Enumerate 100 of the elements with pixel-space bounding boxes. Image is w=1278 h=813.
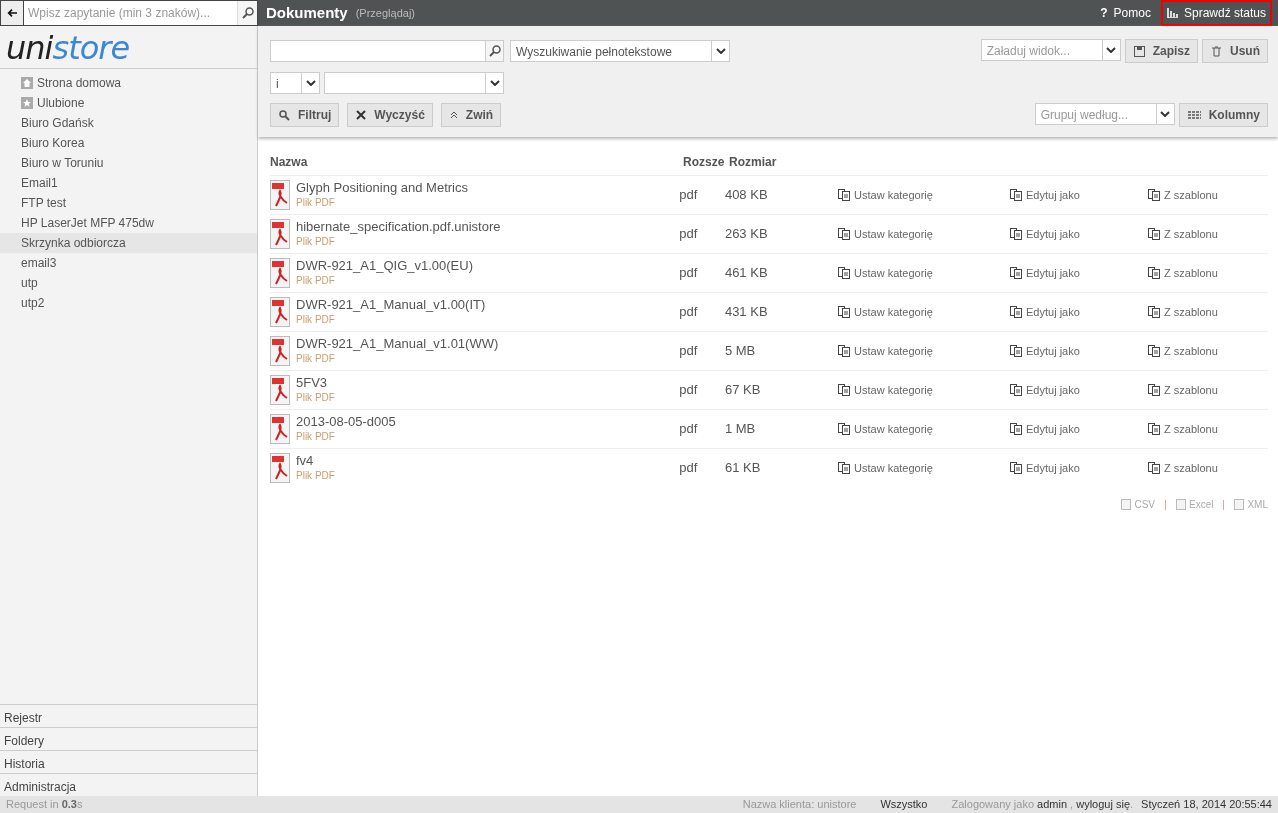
file-type: Plik PDF — [296, 430, 336, 445]
file-extension: pdf — [679, 264, 699, 283]
search-icon — [279, 109, 290, 121]
copy-icon — [1010, 306, 1022, 318]
sidebar-item[interactable]: Ulubione — [0, 93, 257, 113]
sidebar-section[interactable]: Foldery — [0, 727, 257, 750]
caret-icon — [305, 80, 316, 86]
sidebar-item[interactable]: Biuro Korea — [0, 133, 257, 153]
file-extension: pdf — [679, 303, 699, 322]
columns-button[interactable]: Kolumny — [1178, 103, 1268, 127]
file-extension: pdf — [679, 420, 699, 439]
sidebar-section[interactable]: Historia — [0, 750, 257, 773]
help-icon: ? — [1100, 4, 1108, 22]
file-name[interactable]: DWR-921_A1_Manual_v1.00(IT) — [296, 296, 486, 313]
pdf-file-icon — [270, 375, 290, 405]
row-action[interactable]: Ustaw kategorię — [838, 459, 1010, 477]
row-action[interactable]: Ustaw kategorię — [838, 420, 1010, 438]
sidebar-item[interactable]: email3 — [0, 253, 257, 273]
file-type: Plik PDF — [296, 391, 335, 406]
sidebar-item[interactable]: Biuro w Toruniu — [0, 153, 257, 173]
row-action[interactable]: Z szablonu — [1148, 459, 1268, 477]
row-action[interactable]: Ustaw kategorię — [838, 264, 1010, 282]
column-header: Rozmiar — [729, 154, 778, 171]
file-type: Plik PDF — [296, 352, 336, 367]
file-type: Plik PDF — [296, 235, 336, 250]
row-action[interactable]: Edytuj jako — [1010, 420, 1148, 438]
help-link[interactable]: ? Pomoc — [1096, 2, 1155, 24]
status-link[interactable]: Sprawdź status — [1162, 2, 1270, 24]
row-action[interactable]: Edytuj jako — [1010, 264, 1148, 282]
arrow-left-icon — [7, 8, 17, 18]
caret-icon — [1106, 47, 1117, 53]
file-extension: pdf — [679, 381, 699, 400]
file-type: Plik PDF — [296, 196, 336, 211]
row-action[interactable]: Edytuj jako — [1010, 381, 1148, 399]
row-action[interactable]: Edytuj jako — [1010, 342, 1148, 360]
column-header: Nazwa — [270, 154, 309, 171]
collapse-button[interactable]: Zwiń — [440, 103, 502, 127]
copy-icon — [1148, 228, 1160, 240]
file-name[interactable]: DWR-921_A1_QIG_v1.00(EU) — [296, 257, 473, 274]
copy-icon — [838, 345, 850, 357]
pdf-file-icon — [270, 414, 290, 444]
clear-button[interactable]: Wyczyść — [347, 103, 433, 127]
filter-button[interactable]: Filtruj — [270, 103, 340, 127]
row-action[interactable]: Ustaw kategorię — [838, 342, 1010, 360]
copy-icon — [1148, 462, 1160, 474]
file-size: 1 MB — [724, 420, 757, 439]
caret-icon — [715, 48, 726, 54]
sidebar-item[interactable]: Email1 — [0, 173, 257, 193]
logo: unistore — [0, 26, 257, 69]
file-name[interactable]: 2013-08-05-d005 — [296, 413, 396, 430]
file-name[interactable]: Glyph Positioning and Metrics — [296, 179, 468, 196]
row-action[interactable]: Z szablonu — [1148, 225, 1268, 243]
copy-icon — [838, 228, 850, 240]
pdf-file-icon — [270, 297, 290, 327]
file-name[interactable]: fv4 — [296, 452, 335, 469]
back-button[interactable] — [1, 1, 23, 25]
copy-icon — [1148, 189, 1160, 201]
sidebar-item[interactable]: utp2 — [0, 293, 257, 313]
row-action[interactable]: Ustaw kategorię — [838, 303, 1010, 321]
row-action[interactable]: Ustaw kategorię — [838, 225, 1010, 243]
file-extension: pdf — [679, 342, 699, 361]
trash-icon — [1211, 45, 1222, 57]
sidebar-item[interactable]: HP LaserJet MFP 475dw — [0, 213, 257, 233]
row-action[interactable]: Edytuj jako — [1010, 186, 1148, 204]
copy-icon — [838, 423, 850, 435]
sidebar-item[interactable]: Biuro Gdańsk — [0, 113, 257, 133]
search-mode-dropdown[interactable]: Wyszukiwanie pełnotekstowe — [510, 40, 730, 62]
file-extension: pdf — [679, 459, 699, 478]
row-action[interactable]: Z szablonu — [1148, 303, 1268, 321]
sidebar-item[interactable]: Strona domowa — [0, 73, 257, 93]
row-action[interactable]: Edytuj jako — [1010, 459, 1148, 477]
row-action[interactable]: Edytuj jako — [1010, 225, 1148, 243]
row-action[interactable]: Z szablonu — [1148, 420, 1268, 438]
file-name[interactable]: DWR-921_A1_Manual_v1.01(WW) — [296, 335, 499, 352]
logout-link[interactable]: wyloguj się — [1076, 798, 1131, 811]
row-action[interactable]: Z szablonu — [1148, 186, 1268, 204]
client-name: Nazwa klienta: unistore — [742, 797, 857, 813]
row-action[interactable]: Ustaw kategorię — [838, 186, 1010, 204]
sidebar-item[interactable]: FTP test — [0, 193, 257, 213]
close-icon — [356, 110, 367, 120]
row-action[interactable]: Z szablonu — [1148, 264, 1268, 282]
operator-dropdown[interactable]: i — [270, 72, 320, 94]
user-link[interactable]: admin — [1037, 798, 1068, 811]
scope-link[interactable]: Wszystko — [880, 796, 928, 813]
row-action[interactable]: Z szablonu — [1148, 342, 1268, 360]
file-name[interactable]: 5FV3 — [296, 374, 335, 391]
row-action[interactable]: Z szablonu — [1148, 381, 1268, 399]
file-icon — [1121, 499, 1132, 510]
sidebar-item[interactable]: Skrzynka odbiorcza — [0, 233, 257, 253]
filter-search-field[interactable] — [270, 40, 504, 62]
delete-button[interactable]: Usuń — [1202, 39, 1268, 63]
copy-icon — [1010, 189, 1022, 201]
save-button[interactable]: Zapisz — [1124, 39, 1198, 63]
file-name[interactable]: hibernate_specification.pdf.unistore — [296, 218, 501, 235]
row-action[interactable]: Edytuj jako — [1010, 303, 1148, 321]
sidebar-section[interactable]: Rejestr — [0, 704, 257, 727]
field-dropdown[interactable] — [324, 72, 504, 94]
sidebar-item[interactable]: utp — [0, 273, 257, 293]
row-action[interactable]: Ustaw kategorię — [838, 381, 1010, 399]
copy-icon — [1148, 384, 1160, 396]
